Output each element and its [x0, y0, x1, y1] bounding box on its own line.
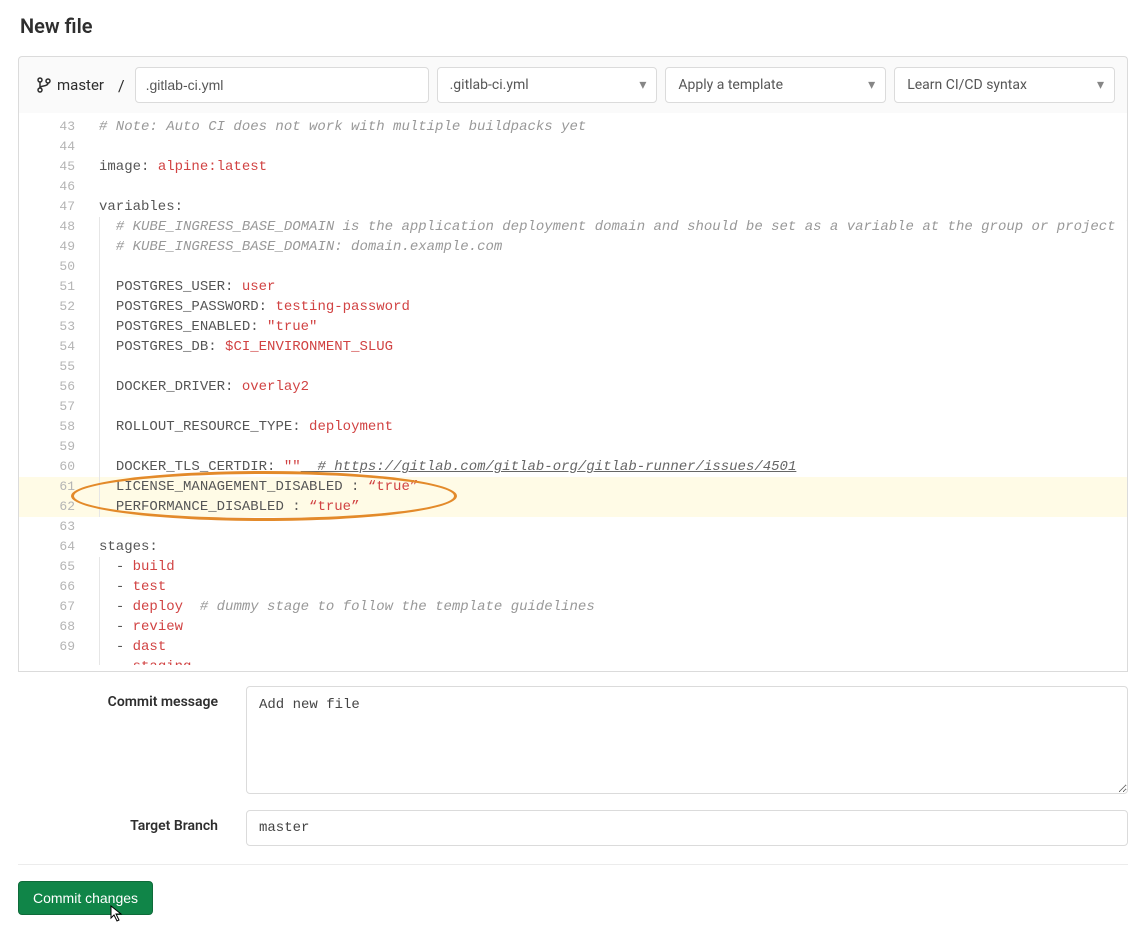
line-number: 49	[19, 237, 89, 257]
chevron-down-icon: ▾	[868, 77, 875, 93]
line-number: 52	[19, 297, 89, 317]
target-branch-input[interactable]	[246, 810, 1128, 846]
code-line[interactable]: 51 POSTGRES_USER: user	[19, 277, 1127, 297]
line-number: 46	[19, 177, 89, 197]
line-number: 67	[19, 597, 89, 617]
line-number: 60	[19, 457, 89, 477]
line-number: 56	[19, 377, 89, 397]
commit-message-input[interactable]	[246, 686, 1128, 794]
code-line[interactable]: - staging	[19, 657, 1127, 665]
code-line[interactable]: 63	[19, 517, 1127, 537]
code-line[interactable]: 47variables:	[19, 197, 1127, 217]
line-number: 65	[19, 557, 89, 577]
line-number: 64	[19, 537, 89, 557]
code-line[interactable]: 58 ROLLOUT_RESOURCE_TYPE: deployment	[19, 417, 1127, 437]
filetype-select[interactable]: .gitlab-ci.yml ▾	[437, 67, 658, 103]
code-line[interactable]: 46	[19, 177, 1127, 197]
template-select-label: Apply a template	[678, 77, 783, 93]
code-line[interactable]: 44	[19, 137, 1127, 157]
line-number: 59	[19, 437, 89, 457]
code-line[interactable]: 59	[19, 437, 1127, 457]
page-title: New file	[20, 14, 1128, 38]
learn-cicd-select[interactable]: Learn CI/CD syntax ▾	[894, 67, 1115, 103]
line-number: 55	[19, 357, 89, 377]
code-line[interactable]: 64stages:	[19, 537, 1127, 557]
chevron-down-icon: ▾	[639, 77, 646, 93]
line-number: 69	[19, 637, 89, 657]
line-number: 66	[19, 577, 89, 597]
learn-cicd-label: Learn CI/CD syntax	[907, 77, 1027, 93]
line-number: 48	[19, 217, 89, 237]
line-number: 54	[19, 337, 89, 357]
line-number: 63	[19, 517, 89, 537]
template-select[interactable]: Apply a template ▾	[665, 67, 886, 103]
commit-changes-label: Commit changes	[33, 890, 138, 906]
line-number: 43	[19, 117, 89, 137]
commit-changes-button[interactable]: Commit changes	[18, 881, 153, 915]
cursor-icon	[109, 905, 125, 926]
code-line[interactable]: 62 PERFORMANCE_DISABLED : “true”	[19, 497, 1127, 517]
code-line[interactable]: 66 - test	[19, 577, 1127, 597]
line-number: 57	[19, 397, 89, 417]
filename-input[interactable]	[135, 67, 429, 103]
line-number: 58	[19, 417, 89, 437]
target-branch-label: Target Branch	[18, 810, 218, 834]
code-line[interactable]: 65 - build	[19, 557, 1127, 577]
branch-selector[interactable]: master	[33, 74, 108, 96]
divider	[18, 864, 1128, 865]
line-number: 68	[19, 617, 89, 637]
line-number: 44	[19, 137, 89, 157]
code-line[interactable]: 57	[19, 397, 1127, 417]
code-line[interactable]: 50	[19, 257, 1127, 277]
code-line[interactable]: 43# Note: Auto CI does not work with mul…	[19, 117, 1127, 137]
code-line[interactable]: 54 POSTGRES_DB: $CI_ENVIRONMENT_SLUG	[19, 337, 1127, 357]
code-line[interactable]: 60 DOCKER_TLS_CERTDIR: "" # https://gitl…	[19, 457, 1127, 477]
code-line[interactable]: 53 POSTGRES_ENABLED: "true"	[19, 317, 1127, 337]
code-editor[interactable]: 43# Note: Auto CI does not work with mul…	[18, 113, 1128, 672]
branch-name: master	[57, 76, 104, 94]
line-number: 45	[19, 157, 89, 177]
code-line[interactable]: 68 - review	[19, 617, 1127, 637]
line-number: 47	[19, 197, 89, 217]
path-separator: /	[116, 76, 127, 95]
code-line[interactable]: 49 # KUBE_INGRESS_BASE_DOMAIN: domain.ex…	[19, 237, 1127, 257]
code-line[interactable]: 61 LICENSE_MANAGEMENT_DISABLED : “true”	[19, 477, 1127, 497]
line-number: 51	[19, 277, 89, 297]
commit-form: Commit message Target Branch Commit chan…	[18, 672, 1128, 915]
line-number: 61	[19, 477, 89, 497]
code-line[interactable]: 56 DOCKER_DRIVER: overlay2	[19, 377, 1127, 397]
line-number: 50	[19, 257, 89, 277]
code-line[interactable]: 67 - deploy # dummy stage to follow the …	[19, 597, 1127, 617]
code-line[interactable]: 69 - dast	[19, 637, 1127, 657]
code-line[interactable]: 48 # KUBE_INGRESS_BASE_DOMAIN is the app…	[19, 217, 1127, 237]
code-line[interactable]: 55	[19, 357, 1127, 377]
line-number: 62	[19, 497, 89, 517]
chevron-down-icon: ▾	[1097, 77, 1104, 93]
branch-icon	[37, 77, 51, 93]
file-toolbar: master / .gitlab-ci.yml ▾ Apply a templa…	[18, 56, 1128, 113]
line-number: 53	[19, 317, 89, 337]
code-line[interactable]: 52 POSTGRES_PASSWORD: testing-password	[19, 297, 1127, 317]
commit-message-label: Commit message	[18, 686, 218, 710]
filetype-select-label: .gitlab-ci.yml	[450, 77, 529, 93]
code-line[interactable]: 45image: alpine:latest	[19, 157, 1127, 177]
